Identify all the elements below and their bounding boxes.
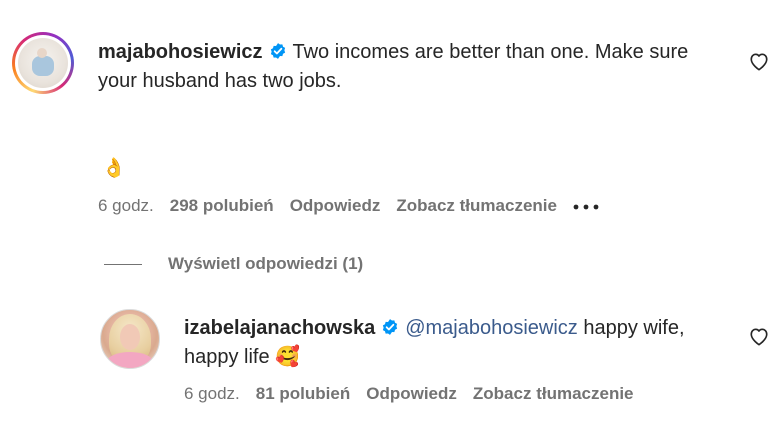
smiling-face-with-hearts-emoji: 🥰	[275, 346, 301, 368]
translate-button[interactable]: Zobacz tłumaczenie	[396, 196, 557, 215]
reply-username[interactable]: izabelajanachowska	[184, 317, 375, 339]
mention-link[interactable]: @majabohosiewicz	[405, 317, 578, 339]
divider	[104, 264, 142, 266]
comment-likes[interactable]: 298 polubień	[170, 196, 274, 215]
comment-username[interactable]: majabohosiewicz	[98, 41, 263, 63]
heart-icon[interactable]	[748, 326, 770, 346]
reply-meta: 6 godz. 81 polubień Odpowiedz Zobacz tłumac…	[184, 384, 650, 404]
reply-likes[interactable]: 81 polubień	[256, 384, 350, 403]
view-replies-label[interactable]: Wyświetl odpowiedzi (1)	[168, 254, 363, 273]
view-replies-toggle[interactable]: Wyświetl odpowiedzi (1)	[104, 254, 363, 274]
avatar-izabelajanachowska[interactable]	[100, 309, 160, 369]
verified-badge-icon	[383, 319, 398, 335]
reply-translate-button[interactable]: Zobacz tłumaczenie	[473, 384, 634, 403]
comment-meta: 6 godz. 298 polubień Odpowiedz Zobacz tłuma…	[98, 196, 599, 216]
reply-time[interactable]: 6 godz.	[184, 384, 240, 403]
ok-hand-emoji: 👌	[102, 158, 126, 179]
reply-reply-button[interactable]: Odpowiedz	[366, 384, 457, 403]
reply-button[interactable]: Odpowiedz	[290, 196, 381, 215]
comment-time[interactable]: 6 godz.	[98, 196, 154, 215]
more-horizontal-icon[interactable]	[573, 204, 599, 210]
reply-izabelajanachowska: izabelajanachowska @majabohosiewicz happ…	[184, 314, 704, 372]
heart-icon[interactable]	[748, 51, 770, 71]
avatar-majabohosiewicz[interactable]	[12, 32, 74, 94]
comment-majabohosiewicz: majabohosiewicz Two incomes are better t…	[98, 38, 718, 96]
verified-badge-icon	[270, 43, 285, 59]
